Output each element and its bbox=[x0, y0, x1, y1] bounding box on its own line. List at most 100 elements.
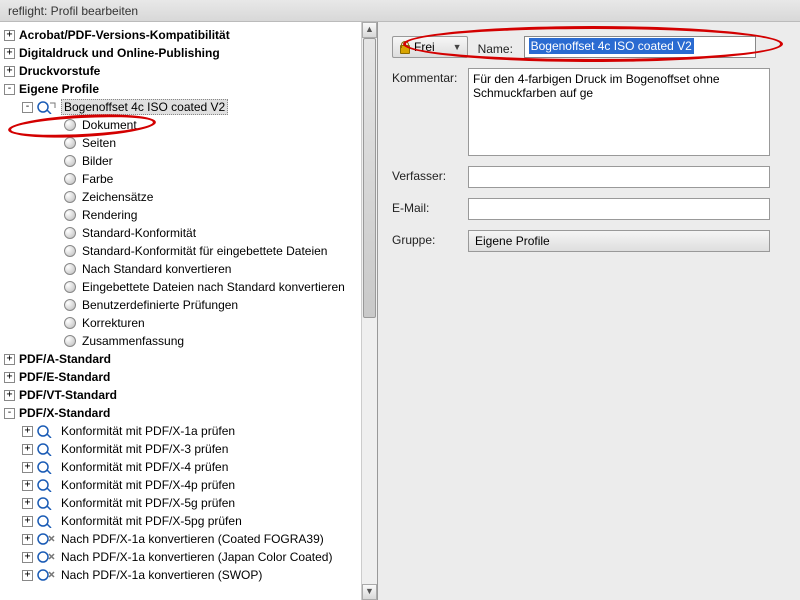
node-label: Dokument bbox=[82, 118, 137, 132]
expander-icon[interactable]: + bbox=[22, 480, 33, 491]
expander-icon[interactable]: + bbox=[22, 498, 33, 509]
scroll-down-icon[interactable]: ▼ bbox=[362, 584, 377, 600]
tree-node[interactable]: Eingebettete Dateien nach Standard konve… bbox=[4, 278, 361, 296]
profile-label: Konformität mit PDF/X-4 prüfen bbox=[61, 460, 228, 474]
profile-label: Nach PDF/X-1a konvertieren (SWOP) bbox=[61, 568, 262, 582]
tree-node[interactable]: Nach Standard konvertieren bbox=[4, 260, 361, 278]
tree-category[interactable]: - PDF/X-Standard bbox=[4, 404, 361, 422]
expander-icon[interactable]: + bbox=[4, 354, 15, 365]
tree-profile[interactable]: + Konformität mit PDF/X-5g prüfen bbox=[4, 494, 361, 512]
tree-profile[interactable]: + Konformität mit PDF/X-4p prüfen bbox=[4, 476, 361, 494]
email-input[interactable] bbox=[468, 198, 770, 220]
author-label: Verfasser: bbox=[392, 166, 468, 183]
tree-node[interactable]: Korrekturen bbox=[4, 314, 361, 332]
expander-icon[interactable]: - bbox=[22, 102, 33, 113]
profile-label: Konformität mit PDF/X-1a prüfen bbox=[61, 424, 235, 438]
tree-category[interactable]: + PDF/A-Standard bbox=[4, 350, 361, 368]
tree-category[interactable]: + Acrobat/PDF-Versions-Kompatibilität bbox=[4, 26, 361, 44]
expander-icon[interactable]: + bbox=[4, 390, 15, 401]
profile-icon bbox=[37, 100, 57, 114]
expander-icon[interactable]: + bbox=[22, 570, 33, 581]
expander-icon[interactable]: + bbox=[22, 516, 33, 527]
tree-node[interactable]: Zusammenfassung bbox=[4, 332, 361, 350]
tree-category[interactable]: + Druckvorstufe bbox=[4, 62, 361, 80]
profile-label: Konformität mit PDF/X-4p prüfen bbox=[61, 478, 235, 492]
group-value: Eigene Profile bbox=[475, 234, 550, 248]
profile-label: Konformität mit PDF/X-5g prüfen bbox=[61, 496, 235, 510]
expander-icon[interactable]: - bbox=[4, 408, 15, 419]
expander-icon[interactable]: + bbox=[4, 48, 15, 59]
tree-profile[interactable]: + Nach PDF/X-1a konvertieren (SWOP) bbox=[4, 566, 361, 584]
tree-category[interactable]: + PDF/E-Standard bbox=[4, 368, 361, 386]
wrench-icon bbox=[37, 550, 57, 564]
expander-icon[interactable]: - bbox=[4, 84, 15, 95]
tree-node[interactable]: Farbe bbox=[4, 170, 361, 188]
node-label: Standard-Konformität bbox=[82, 226, 196, 240]
scroll-up-icon[interactable]: ▲ bbox=[362, 22, 377, 38]
scroll-thumb[interactable] bbox=[363, 38, 376, 318]
expander-icon[interactable]: + bbox=[22, 444, 33, 455]
profile-label: Nach PDF/X-1a konvertieren (Coated FOGRA… bbox=[61, 532, 324, 546]
tree-profile[interactable]: - Bogenoffset 4c ISO coated V2 bbox=[4, 98, 361, 116]
category-label: Druckvorstufe bbox=[19, 64, 100, 78]
tree-scrollbar[interactable]: ▲ ▼ bbox=[361, 22, 377, 600]
tree-profile[interactable]: + Konformität mit PDF/X-1a prüfen bbox=[4, 422, 361, 440]
tree-node[interactable]: Dokument bbox=[4, 116, 361, 134]
node-icon bbox=[64, 335, 76, 347]
tree-profile[interactable]: +Konformität mit PDF/X-5pg prüfen bbox=[4, 512, 361, 530]
expander-icon[interactable]: + bbox=[4, 66, 15, 77]
tree-node[interactable]: Bilder bbox=[4, 152, 361, 170]
expander-icon[interactable]: + bbox=[4, 372, 15, 383]
comment-textarea[interactable] bbox=[468, 68, 770, 156]
tree-category[interactable]: + Digitaldruck und Online-Publishing bbox=[4, 44, 361, 62]
lock-dropdown[interactable]: Frei ▼ bbox=[392, 36, 468, 58]
node-icon bbox=[64, 245, 76, 257]
node-label: Bilder bbox=[82, 154, 113, 168]
expander-icon[interactable]: + bbox=[22, 552, 33, 563]
window-title: reflight: Profil bearbeiten bbox=[0, 0, 800, 22]
expander-icon[interactable]: + bbox=[22, 534, 33, 545]
profile-icon bbox=[37, 496, 57, 510]
profile-icon bbox=[37, 424, 57, 438]
node-icon bbox=[64, 317, 76, 329]
node-icon bbox=[64, 263, 76, 275]
profile-icon bbox=[37, 460, 57, 474]
form-pane: Frei ▼ Name: Bogenoffset 4c ISO coated V… bbox=[378, 22, 800, 600]
category-label: Digitaldruck und Online-Publishing bbox=[19, 46, 220, 60]
node-icon bbox=[64, 299, 76, 311]
group-label: Gruppe: bbox=[392, 230, 468, 247]
comment-row: Kommentar: bbox=[392, 68, 800, 156]
expander-icon[interactable]: + bbox=[4, 30, 15, 41]
name-input[interactable]: Bogenoffset 4c ISO coated V2 bbox=[524, 36, 756, 58]
profile-icon bbox=[37, 478, 57, 492]
profile-tree[interactable]: + Acrobat/PDF-Versions-Kompatibilität + … bbox=[0, 22, 361, 584]
tree-profile[interactable]: + Nach PDF/X-1a konvertieren (Coated FOGR… bbox=[4, 530, 361, 548]
category-label: PDF/X-Standard bbox=[19, 406, 110, 420]
author-input[interactable] bbox=[468, 166, 770, 188]
category-label: PDF/E-Standard bbox=[19, 370, 110, 384]
tree-node[interactable]: Zeichensätze bbox=[4, 188, 361, 206]
tree-profile[interactable]: + Nach PDF/X-1a konvertieren (Japan Color… bbox=[4, 548, 361, 566]
category-label: Eigene Profile bbox=[19, 82, 99, 96]
tree-category[interactable]: + PDF/VT-Standard bbox=[4, 386, 361, 404]
tree-node[interactable]: Benutzerdefinierte Prüfungen bbox=[4, 296, 361, 314]
wrench-icon bbox=[37, 568, 57, 582]
wrench-icon bbox=[37, 532, 57, 546]
tree-category[interactable]: - Eigene Profile bbox=[4, 80, 361, 98]
expander-icon[interactable]: + bbox=[22, 462, 33, 473]
tree-node[interactable]: Standard-Konformität für eingebettete Da… bbox=[4, 242, 361, 260]
main: + Acrobat/PDF-Versions-Kompatibilität + … bbox=[0, 22, 800, 600]
tree-profile[interactable]: + Konformität mit PDF/X-3 prüfen bbox=[4, 440, 361, 458]
node-label: Farbe bbox=[82, 172, 113, 186]
node-icon bbox=[64, 173, 76, 185]
profile-label: Nach PDF/X-1a konvertieren (Japan Color … bbox=[61, 550, 332, 564]
tree-node[interactable]: Standard-Konformität bbox=[4, 224, 361, 242]
tree-node[interactable]: Rendering bbox=[4, 206, 361, 224]
group-select[interactable]: Eigene Profile bbox=[468, 230, 770, 252]
profile-label: Konformität mit PDF/X-3 prüfen bbox=[61, 442, 228, 456]
tree-node[interactable]: Seiten bbox=[4, 134, 361, 152]
scroll-track[interactable] bbox=[362, 38, 377, 584]
unlock-icon bbox=[398, 41, 410, 53]
tree-profile[interactable]: + Konformität mit PDF/X-4 prüfen bbox=[4, 458, 361, 476]
expander-icon[interactable]: + bbox=[22, 426, 33, 437]
